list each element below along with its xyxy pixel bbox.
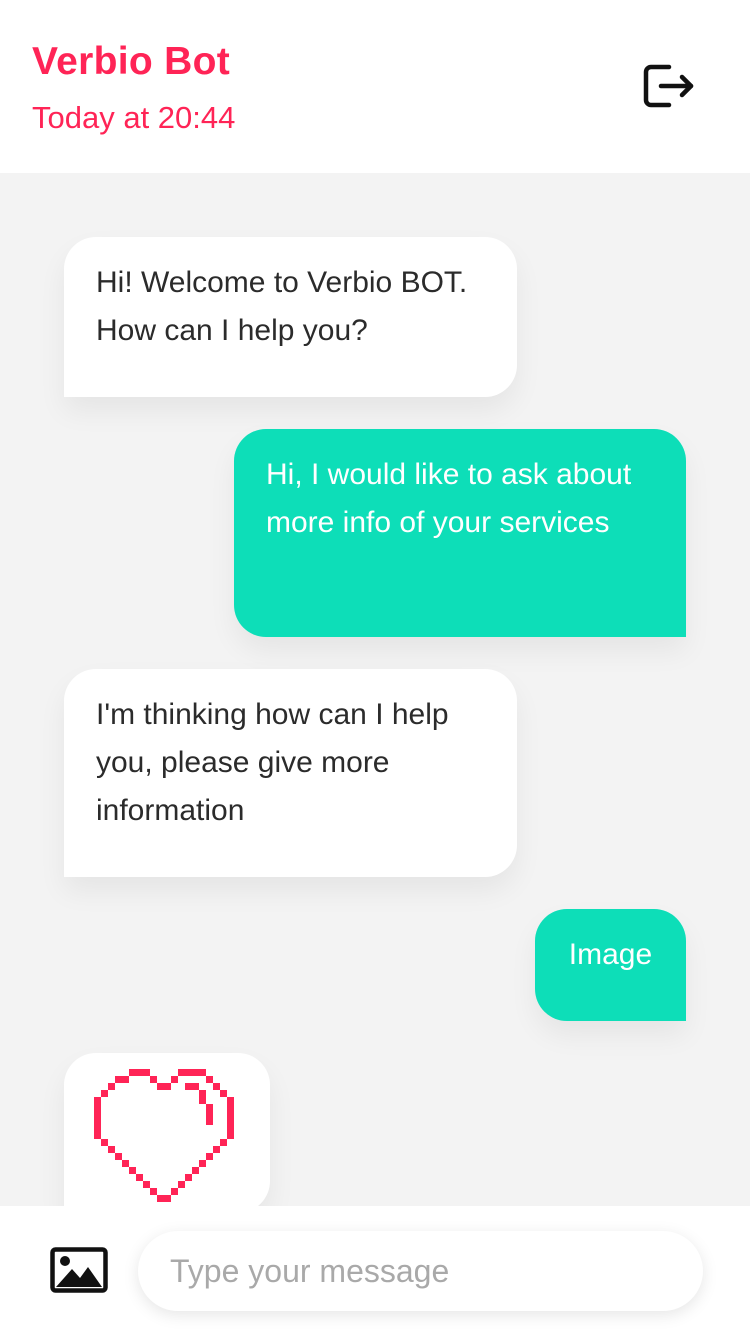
heart-pixel xyxy=(136,1174,143,1181)
heart-pixel xyxy=(157,1195,164,1202)
logout-button[interactable] xyxy=(638,58,698,114)
message-input[interactable] xyxy=(138,1231,703,1311)
heart-pixel xyxy=(122,1076,129,1083)
heart-pixel xyxy=(220,1090,227,1097)
bot-message: Hi! Welcome to Verbio BOT. How can I hel… xyxy=(64,237,517,397)
heart-pixel xyxy=(227,1125,234,1132)
heart-pixel xyxy=(206,1076,213,1083)
heart-pixel xyxy=(157,1083,164,1090)
chat-timestamp: Today at 20:44 xyxy=(32,100,236,135)
heart-pixel xyxy=(213,1083,220,1090)
heart-pixel xyxy=(206,1111,213,1118)
heart-pixel xyxy=(115,1153,122,1160)
image-icon xyxy=(50,1247,108,1293)
pixel-heart-image xyxy=(94,1069,234,1202)
heart-pixel xyxy=(115,1076,122,1083)
heart-pixel xyxy=(185,1083,192,1090)
heart-pixel xyxy=(101,1139,108,1146)
heart-pixel xyxy=(178,1069,185,1076)
heart-pixel xyxy=(192,1069,199,1076)
heart-pixel xyxy=(227,1111,234,1118)
heart-pixel xyxy=(164,1195,171,1202)
bot-image-message[interactable] xyxy=(64,1053,270,1206)
message-list[interactable]: Hi! Welcome to Verbio BOT. How can I hel… xyxy=(0,173,750,1206)
heart-pixel xyxy=(150,1188,157,1195)
heart-pixel xyxy=(108,1146,115,1153)
heart-pixel xyxy=(164,1083,171,1090)
heart-pixel xyxy=(143,1181,150,1188)
heart-pixel xyxy=(94,1097,101,1104)
heart-pixel xyxy=(199,1160,206,1167)
heart-pixel xyxy=(122,1160,129,1167)
attach-image-button[interactable] xyxy=(50,1247,108,1293)
heart-pixel xyxy=(227,1097,234,1104)
heart-pixel xyxy=(206,1104,213,1111)
heart-pixel xyxy=(199,1090,206,1097)
heart-pixel xyxy=(143,1069,150,1076)
heart-pixel xyxy=(227,1118,234,1125)
heart-pixel xyxy=(94,1111,101,1118)
heart-pixel xyxy=(220,1139,227,1146)
heart-pixel xyxy=(150,1076,157,1083)
heart-pixel xyxy=(129,1069,136,1076)
heart-pixel xyxy=(94,1104,101,1111)
logout-icon xyxy=(643,64,694,108)
heart-pixel xyxy=(185,1069,192,1076)
heart-pixel xyxy=(108,1083,115,1090)
heart-pixel xyxy=(192,1167,199,1174)
heart-pixel xyxy=(227,1132,234,1139)
heart-pixel xyxy=(199,1069,206,1076)
heart-pixel xyxy=(101,1090,108,1097)
heart-pixel xyxy=(136,1069,143,1076)
heart-pixel xyxy=(171,1076,178,1083)
heart-pixel xyxy=(94,1132,101,1139)
heart-pixel xyxy=(178,1181,185,1188)
heart-pixel xyxy=(192,1083,199,1090)
bot-name: Verbio Bot xyxy=(32,40,231,83)
bot-message: I'm thinking how can I help you, please … xyxy=(64,669,517,877)
heart-pixel xyxy=(94,1118,101,1125)
heart-pixel xyxy=(206,1118,213,1125)
chat-app: Verbio Bot Today at 20:44 Hi! Welcome to… xyxy=(0,0,750,1334)
heart-pixel xyxy=(227,1104,234,1111)
heart-pixel xyxy=(206,1153,213,1160)
heart-pixel xyxy=(199,1097,206,1104)
user-message: Image xyxy=(535,909,686,1021)
chat-header: Verbio Bot Today at 20:44 xyxy=(0,0,750,173)
heart-pixel xyxy=(213,1146,220,1153)
user-message: Hi, I would like to ask about more info … xyxy=(234,429,686,637)
heart-pixel xyxy=(185,1174,192,1181)
heart-pixel xyxy=(129,1167,136,1174)
heart-pixel xyxy=(171,1188,178,1195)
heart-pixel xyxy=(94,1125,101,1132)
